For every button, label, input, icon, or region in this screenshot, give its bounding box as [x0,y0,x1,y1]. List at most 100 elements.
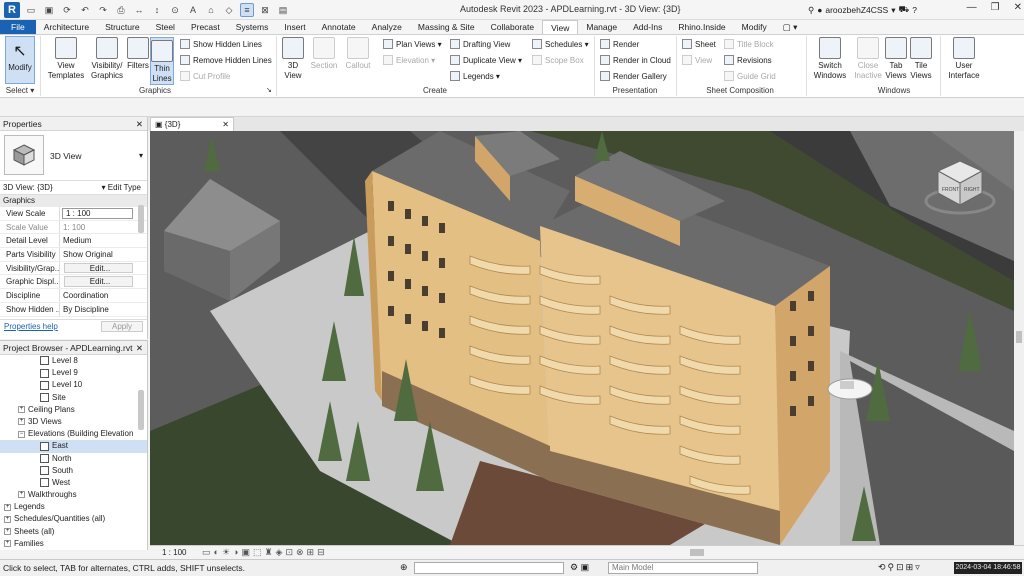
expand-icon[interactable]: + [4,528,11,536]
discipline-field[interactable]: Coordination [60,289,147,302]
visibility-graphics-button[interactable]: Visibility/ Graphics [88,37,126,81]
chevron-down-icon[interactable]: ▾ [139,151,143,160]
scroll-thumb[interactable] [1016,331,1022,343]
restore-button[interactable]: ❐ [991,2,1000,13]
tab-systems[interactable]: Systems [228,20,277,34]
chevron-down-icon[interactable]: ▾ [891,5,895,16]
expand-icon[interactable]: + [18,418,25,426]
user-icon[interactable]: ● [817,5,822,15]
browser-item[interactable]: South [0,465,147,477]
switch-windows-button[interactable]: Switch Windows [810,37,850,81]
redo-icon[interactable]: ↷ [96,3,110,17]
duplicate-view-button[interactable]: Duplicate View ▾ [450,55,522,65]
view-icon[interactable] [40,368,49,378]
elevation-button[interactable]: Elevation ▾ [383,55,435,65]
view-scale-field[interactable]: 1 : 100 [62,208,133,219]
revisions-button[interactable]: Revisions [724,55,772,65]
legends-button[interactable]: Legends ▾ [450,71,500,81]
browser-item[interactable]: Level 9 [0,367,147,379]
workset-combo[interactable] [414,562,564,574]
show-hidden-lines-button[interactable]: Show Hidden Lines [180,39,262,49]
property-group-header[interactable]: Graphics [0,195,147,207]
tab-collaborate[interactable]: Collaborate [483,20,542,34]
close-tab-icon[interactable]: ✕ [222,118,229,131]
drafting-view-button[interactable]: Drafting View [450,39,510,49]
browser-item[interactable]: + Schedules/Quantities (all) [0,513,147,525]
expand-icon[interactable]: + [4,540,11,548]
save-icon[interactable]: ▣ [42,3,56,17]
open-icon[interactable]: ▭ [24,3,38,17]
view-icon[interactable] [40,453,49,463]
thin-lines-icon[interactable]: ≡ [240,3,254,17]
undo-icon[interactable]: ↶ [78,3,92,17]
measure-icon[interactable]: ↔ [132,3,146,17]
close-button[interactable]: ✕ [1014,2,1022,13]
close-icon[interactable]: ✕ [136,341,143,355]
3d-view-canvas[interactable]: FRONT RIGHT [150,131,1014,545]
collapse-icon[interactable]: − [18,430,25,438]
binoculars-icon[interactable]: ⚲ [808,5,814,16]
close-icon[interactable]: ✕ [136,117,143,131]
user-interface-button[interactable]: User Interface [944,37,984,81]
text-icon[interactable]: A [186,3,200,17]
expand-icon[interactable]: + [4,515,11,523]
close-hidden-icon[interactable]: ⊠ [258,3,272,17]
parts-visibility-field[interactable]: Show Original [60,248,147,261]
render-in-cloud-button[interactable]: Render in Cloud [600,55,671,65]
browser-item[interactable]: +3D Views [0,416,147,428]
view-control-icons[interactable]: ▭◐☀◑▣⬚♜◈⊡⊗⊞⊟ [202,547,328,558]
tab-manage[interactable]: Manage [578,20,625,34]
sync-icon[interactable]: ⟳ [60,3,74,17]
browser-scrollbar[interactable] [138,390,144,430]
section-icon[interactable]: ◇ [222,3,236,17]
plan-views-button[interactable]: Plan Views ▾ [383,39,442,49]
tab-precast[interactable]: Precast [183,20,228,34]
browser-item[interactable]: Level 10 [0,379,147,391]
view-icon[interactable] [40,356,49,366]
visibility-graphics-edit-button[interactable]: Edit... [64,262,133,274]
select-panel-label[interactable]: Select ▾ [4,86,36,95]
scope-box-button[interactable]: Scope Box [532,55,584,65]
dimension-icon[interactable]: ↕ [150,3,164,17]
tab-architecture[interactable]: Architecture [36,20,97,34]
browser-item[interactable]: + Sheets (all) [0,526,147,538]
view-icon[interactable] [40,380,49,390]
help-icon[interactable]: ? [912,5,917,15]
filters-button[interactable]: Filters [126,37,150,71]
switch-windows-icon[interactable]: ▤ [276,3,290,17]
expand-icon[interactable]: + [18,491,25,499]
user-name[interactable]: aroozbehZ4CSS [825,5,888,15]
view-icon[interactable] [40,466,49,476]
guide-grid-button[interactable]: Guide Grid [724,71,776,81]
instance-selector[interactable]: 3D View: {3D} ▾ Edit Type [0,181,147,195]
tab-view[interactable]: View [542,20,579,34]
close-inactive-button[interactable]: Close Inactive [852,37,884,81]
properties-help-link[interactable]: Properties help [4,322,58,331]
browser-item[interactable]: North [0,453,147,465]
browser-item[interactable]: + Ceiling Plans [0,404,147,416]
callout-button[interactable]: Callout [342,37,374,71]
tile-views-button[interactable]: Tile Views [908,37,934,81]
3d-view-icon[interactable]: ⌂ [204,3,218,17]
section-button[interactable]: Section [308,37,340,71]
tab-annotate[interactable]: Annotate [314,20,364,34]
apply-button[interactable]: Apply [100,320,143,332]
graphic-display-edit-button[interactable]: Edit... [64,276,133,288]
view-scale-indicator[interactable]: 1 : 100 [162,548,186,557]
properties-scrollbar[interactable] [138,205,144,233]
detail-level-field[interactable]: Medium [60,234,147,247]
view-icon[interactable] [40,392,49,402]
graphics-dialog-launcher-icon[interactable]: ↘ [266,86,272,94]
horizontal-scroll-thumb[interactable] [690,549,704,556]
3d-view-button[interactable]: 3D View [280,37,306,81]
browser-item[interactable]: West [0,477,147,489]
tag-icon[interactable]: ⊙ [168,3,182,17]
tab-structure[interactable]: Structure [97,20,148,34]
cut-profile-button[interactable]: Cut Profile [180,71,230,81]
tab-analyze[interactable]: Analyze [364,20,410,34]
view-icon[interactable] [40,478,49,488]
type-selector[interactable]: 3D View ▾ [0,131,147,181]
expand-icon[interactable]: + [4,503,11,511]
selection-filter-icons[interactable]: ⟲⚲⊡⊞▿ [878,562,922,573]
active-model-combo[interactable]: Main Model [608,562,758,574]
